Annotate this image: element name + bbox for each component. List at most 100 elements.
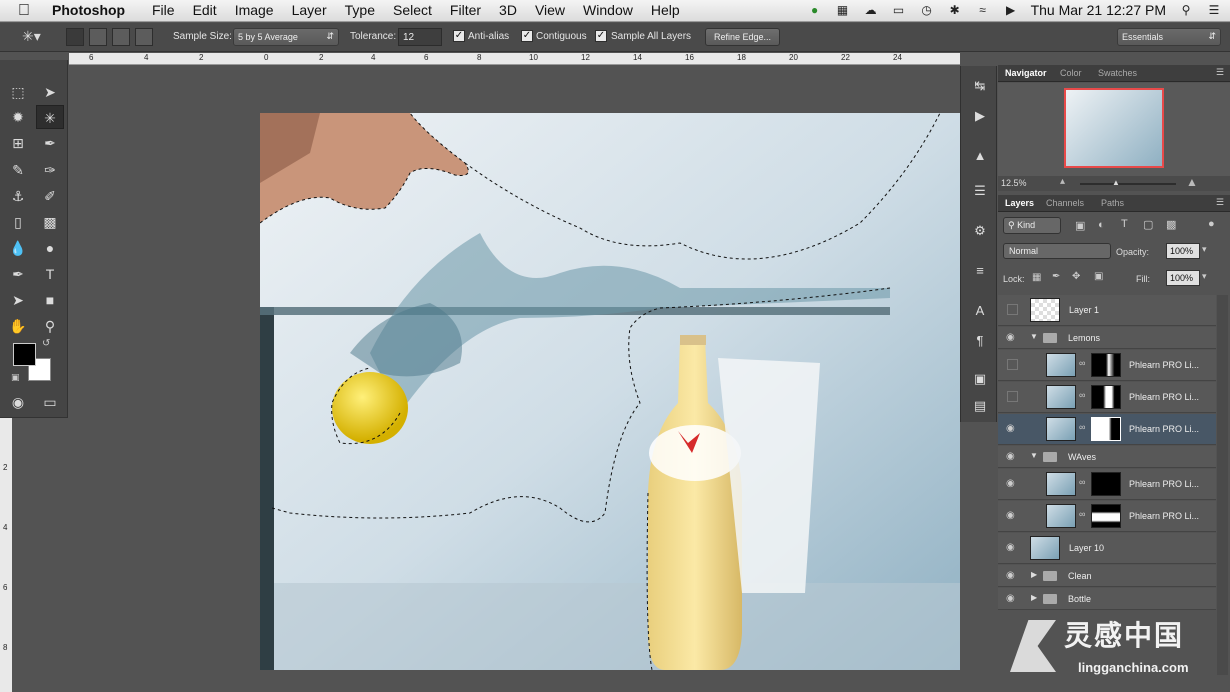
notification-center-icon[interactable]: ☰	[1206, 3, 1222, 17]
layer-row[interactable]: ◉ ∞ Phlearn PRO Li...	[998, 501, 1216, 532]
screen-mode-icon[interactable]: ▭	[36, 390, 64, 414]
shape-filter-icon[interactable]: ▢	[1143, 218, 1153, 231]
tab-color[interactable]: Color	[1060, 68, 1082, 78]
history-icon[interactable]: ↹	[969, 76, 991, 96]
disclosure-closed-icon[interactable]: ▶	[1031, 593, 1037, 602]
wifi-icon[interactable]: ≈	[975, 3, 991, 17]
eye-icon[interactable]: ◉	[1006, 478, 1020, 490]
group-name[interactable]: Clean	[1068, 571, 1092, 581]
eye-icon[interactable]: ◉	[1006, 593, 1020, 605]
eye-icon[interactable]: ◉	[1006, 542, 1020, 554]
sample-all-layers-checkbox[interactable]: ✓	[595, 30, 607, 42]
zoom-in-icon[interactable]: ▲	[1186, 175, 1198, 189]
eye-icon[interactable]: ◉	[1006, 423, 1020, 435]
tab-paths[interactable]: Paths	[1101, 198, 1124, 208]
opacity-dropdown-icon[interactable]: ▾	[1202, 244, 1207, 255]
eraser-tool-icon[interactable]: ▯	[4, 210, 32, 234]
properties-icon[interactable]: ☰	[969, 181, 991, 201]
layer-row[interactable]: Layer 1	[998, 295, 1216, 326]
layer-comps-icon[interactable]: ▣	[969, 369, 991, 389]
zoom-slider[interactable]	[1080, 183, 1176, 185]
time-machine-icon[interactable]: ◷	[919, 3, 935, 17]
layer-mask-thumbnail[interactable]	[1091, 504, 1121, 528]
zoom-slider-thumb[interactable]: ▲	[1112, 178, 1120, 187]
navigator-thumbnail[interactable]	[1064, 88, 1164, 168]
layer-mask-thumbnail[interactable]	[1091, 385, 1121, 409]
menu-3d[interactable]: 3D	[490, 2, 526, 18]
tab-channels[interactable]: Channels	[1046, 198, 1084, 208]
chain-link-icon[interactable]: ∞	[1079, 390, 1085, 400]
filter-toggle-icon[interactable]: ●	[1208, 218, 1215, 230]
move-tool-icon[interactable]: ➤	[36, 80, 64, 104]
disclosure-open-icon[interactable]: ▼	[1030, 332, 1038, 341]
tab-swatches[interactable]: Swatches	[1098, 68, 1137, 78]
spotlight-search-icon[interactable]: ⚲	[1178, 3, 1194, 17]
group-name[interactable]: WAves	[1068, 452, 1096, 462]
quick-mask-icon[interactable]: ◉	[4, 390, 32, 414]
layer-mask-thumbnail[interactable]	[1091, 353, 1121, 377]
gradient-tool-icon[interactable]: ▩	[36, 210, 64, 234]
smart-object-filter-icon[interactable]: ▩	[1166, 218, 1176, 231]
volume-icon[interactable]: ▶	[1003, 3, 1019, 17]
path-selection-tool-icon[interactable]: ➤	[4, 288, 32, 312]
panel-menu-icon[interactable]: ☰	[1216, 67, 1224, 78]
chain-link-icon[interactable]: ∞	[1079, 477, 1085, 487]
grid-icon[interactable]: ▦	[835, 3, 851, 17]
menu-image[interactable]: Image	[226, 2, 283, 18]
new-selection-icon[interactable]	[66, 28, 84, 46]
type-tool-icon[interactable]: T	[36, 262, 64, 286]
notes-icon[interactable]: ▤	[969, 396, 991, 416]
foreground-color-swatch[interactable]	[13, 343, 36, 366]
layer-name[interactable]: Phlearn PRO Li...	[1129, 392, 1199, 402]
subtract-from-selection-icon[interactable]	[112, 28, 130, 46]
eye-icon[interactable]: ◉	[1006, 451, 1020, 463]
adjustments-icon[interactable]: ▲	[969, 146, 991, 166]
eyedropper-tool-icon[interactable]: ✒	[36, 131, 64, 155]
layer-row[interactable]: ∞ Phlearn PRO Li...	[998, 350, 1216, 381]
bluetooth-icon[interactable]: ✱	[947, 3, 963, 17]
lock-position-icon[interactable]: ✥	[1072, 271, 1080, 282]
disclosure-open-icon[interactable]: ▼	[1030, 451, 1038, 460]
shape-tool-icon[interactable]: ■	[36, 288, 64, 312]
layer-row[interactable]: ∞ Phlearn PRO Li...	[998, 382, 1216, 413]
healing-brush-tool-icon[interactable]: ✎	[4, 158, 32, 182]
chain-link-icon[interactable]: ∞	[1079, 358, 1085, 368]
layer-name[interactable]: Phlearn PRO Li...	[1129, 360, 1199, 370]
layer-name[interactable]: Phlearn PRO Li...	[1129, 424, 1199, 434]
evernote-icon[interactable]: ●	[807, 3, 823, 17]
fill-dropdown-icon[interactable]: ▾	[1202, 271, 1207, 282]
layer-group-row[interactable]: ◉ ▼ WAves	[998, 446, 1216, 468]
eye-icon[interactable]: ◉	[1006, 510, 1020, 522]
eye-icon[interactable]: ◉	[1006, 332, 1020, 344]
layer-row-selected[interactable]: ◉ ∞ Phlearn PRO Li...	[998, 414, 1216, 445]
hand-tool-icon[interactable]: ✋	[4, 314, 32, 338]
visibility-off-box[interactable]	[1007, 359, 1018, 370]
default-colors-icon[interactable]: ▣	[11, 372, 20, 383]
brush-tool-icon[interactable]: ✑	[36, 158, 64, 182]
disclosure-closed-icon[interactable]: ▶	[1031, 570, 1037, 579]
refine-edge-button[interactable]: Refine Edge...	[705, 28, 781, 46]
kind-filter-select[interactable]: ⚲ Kind	[1003, 217, 1061, 234]
tab-navigator[interactable]: Navigator	[1005, 68, 1047, 78]
type-filter-icon[interactable]: T	[1121, 218, 1128, 230]
clock[interactable]: Thu Mar 21 12:27 PM	[1031, 2, 1166, 18]
add-to-selection-icon[interactable]	[89, 28, 107, 46]
marquee-tool-icon[interactable]: ⬚	[4, 80, 32, 104]
menu-select[interactable]: Select	[384, 2, 441, 18]
workspace-select[interactable]: Essentials ⇵	[1117, 28, 1221, 46]
layer-row[interactable]: ◉ Layer 10	[998, 533, 1216, 564]
tab-layers[interactable]: Layers	[1005, 198, 1034, 208]
clone-stamp-tool-icon[interactable]: ⚓	[4, 184, 32, 208]
visibility-off-box[interactable]	[1007, 391, 1018, 402]
menu-help[interactable]: Help	[642, 2, 689, 18]
menu-filter[interactable]: Filter	[441, 2, 490, 18]
layer-name[interactable]: Layer 1	[1069, 305, 1099, 315]
chain-link-icon[interactable]: ∞	[1079, 422, 1085, 432]
crop-tool-icon[interactable]: ⊞	[4, 131, 32, 155]
layer-group-row[interactable]: ◉ ▶ Bottle	[998, 588, 1216, 610]
layer-row[interactable]: ◉ ∞ Phlearn PRO Li...	[998, 469, 1216, 500]
actions-play-icon[interactable]: ▶	[969, 106, 991, 126]
panel-menu-icon[interactable]: ☰	[1216, 197, 1224, 208]
menu-layer[interactable]: Layer	[283, 2, 336, 18]
layer-mask-thumbnail[interactable]	[1091, 417, 1121, 441]
